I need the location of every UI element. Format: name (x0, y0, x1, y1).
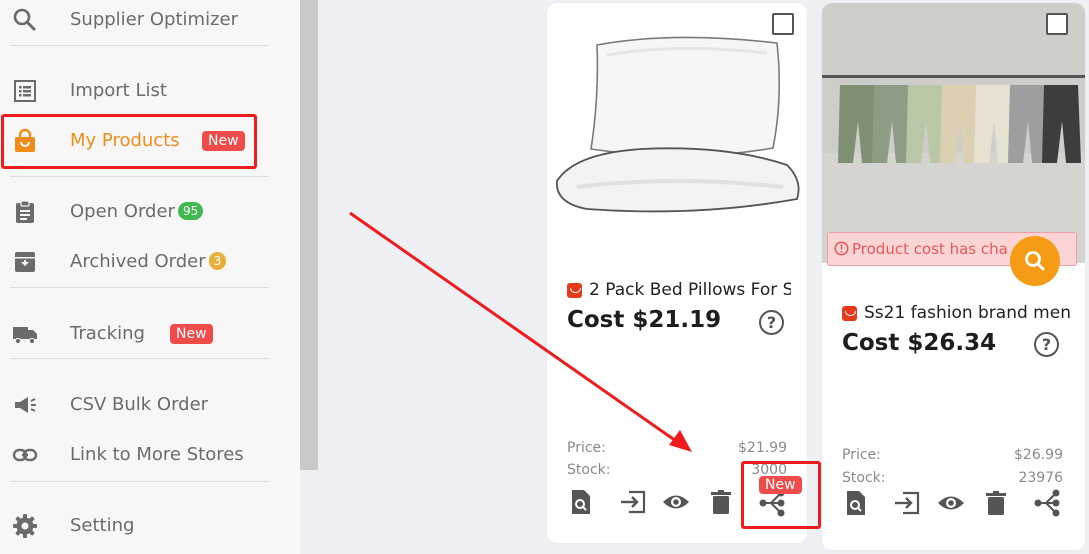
sidebar: Supplier Optimizer Import List My Produc… (0, 0, 300, 554)
sidebar-item-label: Tracking (70, 323, 145, 344)
archived-order-count-badge: 3 (208, 252, 227, 270)
stock-label: Stock: (567, 462, 611, 478)
sidebar-item-label: Supplier Optimizer (70, 9, 238, 30)
divider (10, 45, 269, 46)
sidebar-scrollbar[interactable] (300, 0, 318, 470)
delete-icon[interactable] (982, 489, 1010, 517)
aliexpress-icon (567, 283, 582, 298)
sidebar-item-import-list[interactable]: Import List (0, 71, 300, 111)
find-supplier-button[interactable] (1010, 236, 1060, 286)
sidebar-item-setting[interactable]: Setting (0, 506, 300, 546)
sidebar-item-csv-bulk-order[interactable]: CSV Bulk Order (0, 385, 300, 425)
sidebar-item-label: Setting (70, 515, 135, 536)
push-to-store-icon[interactable] (619, 488, 647, 516)
sidebar-item-open-order[interactable]: Open Order 95 (0, 192, 300, 232)
split-variants-icon[interactable] (1033, 489, 1061, 517)
gear-icon (13, 514, 37, 538)
select-checkbox[interactable] (1046, 13, 1068, 35)
new-badge: New (170, 324, 213, 344)
price-label: Price: (567, 440, 606, 456)
sidebar-item-label-wrap: Open Order 95 (70, 201, 204, 222)
list-icon (14, 80, 36, 102)
sidebar-item-label: Archived Order (70, 251, 206, 272)
product-title[interactable]: 2 Pack Bed Pillows For Sl (589, 280, 791, 300)
delete-icon[interactable] (707, 488, 735, 516)
stock-label: Stock: (842, 470, 886, 486)
sidebar-item-link-more-stores[interactable]: Link to More Stores (0, 435, 300, 475)
price-value: $21.99 (738, 440, 787, 456)
search-icon (1025, 251, 1046, 272)
product-title[interactable]: Ss21 fashion brand men (864, 303, 1079, 323)
open-order-count-badge: 95 (177, 202, 204, 220)
divider (10, 358, 269, 359)
warning-icon (834, 241, 849, 256)
clipboard-icon (16, 200, 34, 223)
stock-value: 23976 (1018, 470, 1063, 486)
push-to-store-icon[interactable] (893, 489, 921, 517)
search-icon (13, 8, 37, 32)
annotation-highlight-box (1, 114, 257, 169)
view-details-icon[interactable] (567, 488, 595, 516)
product-cost: Cost $21.19 (567, 307, 722, 333)
sidebar-item-label: CSV Bulk Order (70, 394, 209, 415)
help-icon[interactable]: ? (1034, 332, 1059, 357)
aliexpress-icon (842, 306, 857, 321)
divider (10, 287, 269, 288)
divider (10, 481, 269, 482)
truck-icon (13, 327, 37, 345)
warning-text: Product cost has cha (852, 240, 1008, 258)
sidebar-item-tracking[interactable]: Tracking New (0, 314, 300, 354)
product-image-shorts (822, 3, 1085, 263)
view-details-icon[interactable] (842, 489, 870, 517)
sidebar-item-supplier-optimizer[interactable]: Supplier Optimizer (0, 0, 300, 40)
link-icon (12, 448, 38, 462)
archive-icon (15, 252, 35, 272)
eye-icon[interactable] (662, 488, 690, 516)
divider (10, 176, 269, 177)
product-card: Product cost has cha Ss21 fashion brand … (822, 3, 1085, 550)
sidebar-item-label: Link to More Stores (70, 444, 244, 465)
eye-icon[interactable] (937, 489, 965, 517)
sidebar-item-label: Open Order (70, 201, 175, 222)
sidebar-item-label: Import List (70, 80, 167, 101)
price-label: Price: (842, 447, 881, 463)
megaphone-icon (15, 397, 36, 413)
sidebar-item-label-wrap: Archived Order 3 (70, 251, 227, 272)
sidebar-item-archived-order[interactable]: Archived Order 3 (0, 242, 300, 282)
help-icon[interactable]: ? (759, 310, 784, 335)
price-value: $26.99 (1014, 447, 1063, 463)
product-image-pillows (556, 36, 800, 213)
annotation-highlight-box (741, 461, 821, 529)
select-checkbox[interactable] (772, 13, 794, 35)
product-cost: Cost $26.34 (842, 330, 997, 356)
